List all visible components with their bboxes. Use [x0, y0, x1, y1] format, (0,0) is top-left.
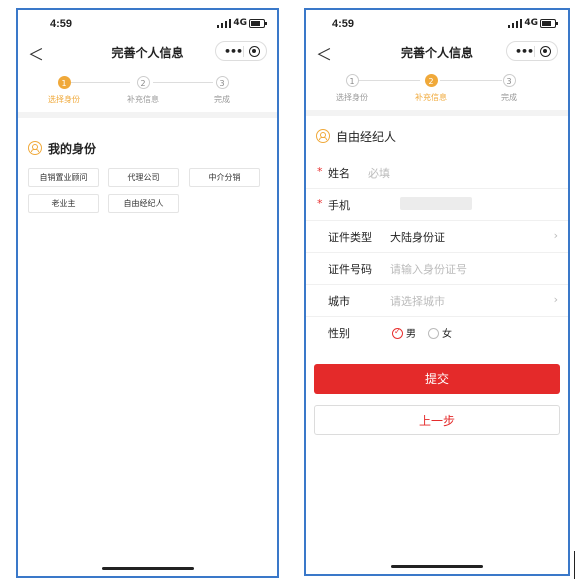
section-title-text: 我的身份 [48, 142, 97, 156]
step-3: 3 完成 [479, 74, 539, 103]
gender-label: 性别 [328, 327, 350, 340]
id-number-input[interactable]: 请输入身份证号 [390, 261, 467, 277]
id-number-row[interactable]: 证件号码 请输入身份证号 [306, 252, 568, 285]
section-divider [306, 110, 568, 116]
city-row[interactable]: 城市 请选择城市 › [306, 284, 568, 317]
phone-screen-identity: 4:59 4G ＜ 完善个人信息 ••• 1 选择身份 2 补充信息 3 完成 … [16, 8, 279, 578]
section-title: 自由经纪人 [316, 128, 396, 145]
step-1-label: 选择身份 [48, 95, 80, 104]
signal-icon [508, 19, 522, 28]
name-row[interactable]: * 姓名 必填 [306, 156, 568, 189]
network-label: 4G [233, 18, 247, 28]
step-2: 2 补充信息 [113, 76, 173, 105]
id-type-row[interactable]: 证件类型 大陆身份证 › [306, 220, 568, 253]
nav-bar: ＜ 完善个人信息 ••• [306, 38, 568, 68]
step-2-number: 2 [424, 74, 438, 87]
nav-bar: ＜ 完善个人信息 ••• [18, 38, 277, 68]
capsule-divider [534, 46, 535, 57]
user-icon [316, 129, 330, 143]
step-3-label: 完成 [214, 95, 230, 104]
step-2: 2 补充信息 [401, 74, 461, 103]
section-title: 我的身份 [28, 140, 96, 157]
status-time: 4:59 [332, 18, 355, 30]
name-input[interactable]: 必填 [368, 165, 390, 181]
step-1: 1 选择身份 [34, 76, 94, 105]
step-1-number: 1 [57, 76, 71, 89]
phone-input-masked[interactable] [400, 197, 472, 210]
step-2-label: 补充信息 [127, 95, 159, 104]
identity-option[interactable]: 自由经纪人 [108, 194, 179, 213]
id-type-value[interactable]: 大陆身份证 [390, 229, 445, 245]
city-label: 城市 [328, 295, 350, 308]
radio-checked-icon [392, 327, 403, 339]
required-mark: * [317, 197, 323, 210]
status-bar: 4:59 4G [18, 10, 277, 38]
menu-capsule: ••• [215, 41, 267, 61]
home-indicator [391, 565, 483, 568]
previous-step-button[interactable]: 上一步 [314, 405, 560, 435]
section-title-text: 自由经纪人 [336, 130, 397, 144]
text-cursor [574, 551, 575, 579]
id-number-label: 证件号码 [328, 263, 372, 276]
chevron-right-icon: › [553, 293, 558, 306]
battery-icon [540, 19, 558, 28]
gender-male-label: 男 [406, 329, 416, 340]
gender-male-radio[interactable]: 男 [392, 325, 416, 340]
phone-row[interactable]: * 手机 [306, 188, 568, 221]
identity-option[interactable]: 中介分销 [189, 168, 260, 187]
name-label: 姓名 [328, 167, 350, 180]
home-indicator [101, 567, 194, 570]
more-icon[interactable]: ••• [515, 45, 534, 58]
more-icon[interactable]: ••• [224, 45, 243, 58]
close-target-icon[interactable] [249, 46, 260, 57]
battery-icon [249, 19, 267, 28]
step-1-number: 1 [345, 74, 359, 87]
radio-icon [428, 328, 439, 339]
identity-option[interactable]: 老业主 [28, 194, 99, 213]
menu-capsule: ••• [506, 41, 558, 61]
step-3-number: 3 [502, 74, 516, 87]
close-target-icon[interactable] [540, 46, 551, 57]
city-select[interactable]: 请选择城市 [390, 293, 445, 309]
phone-label: 手机 [328, 199, 350, 212]
section-divider [18, 112, 277, 118]
phone-screen-info: 4:59 4G ＜ 完善个人信息 ••• 1 选择身份 2 补充信息 3 完成 … [304, 8, 570, 576]
status-bar: 4:59 4G [306, 10, 568, 38]
identity-option[interactable]: 代理公司 [108, 168, 179, 187]
signal-icon [217, 19, 231, 28]
step-3-label: 完成 [501, 93, 517, 102]
status-time: 4:59 [50, 18, 73, 30]
submit-button[interactable]: 提交 [314, 364, 560, 394]
chevron-right-icon: › [553, 229, 558, 242]
capsule-divider [243, 46, 244, 57]
step-1: 1 选择身份 [322, 74, 382, 103]
user-icon [28, 141, 42, 155]
gender-row: 性别 男 女 [306, 316, 568, 348]
step-3-number: 3 [215, 76, 229, 89]
step-3: 3 完成 [192, 76, 252, 105]
identity-option[interactable]: 自销置业顾问 [28, 168, 99, 187]
required-mark: * [317, 165, 323, 178]
gender-female-label: 女 [442, 329, 452, 340]
step-2-number: 2 [136, 76, 150, 89]
network-label: 4G [524, 18, 538, 28]
id-type-label: 证件类型 [328, 231, 372, 244]
step-2-label: 补充信息 [415, 93, 447, 102]
step-indicator: 1 选择身份 2 补充信息 3 完成 [18, 76, 277, 116]
step-1-label: 选择身份 [336, 93, 368, 102]
step-indicator: 1 选择身份 2 补充信息 3 完成 [306, 74, 568, 114]
gender-female-radio[interactable]: 女 [428, 325, 452, 340]
